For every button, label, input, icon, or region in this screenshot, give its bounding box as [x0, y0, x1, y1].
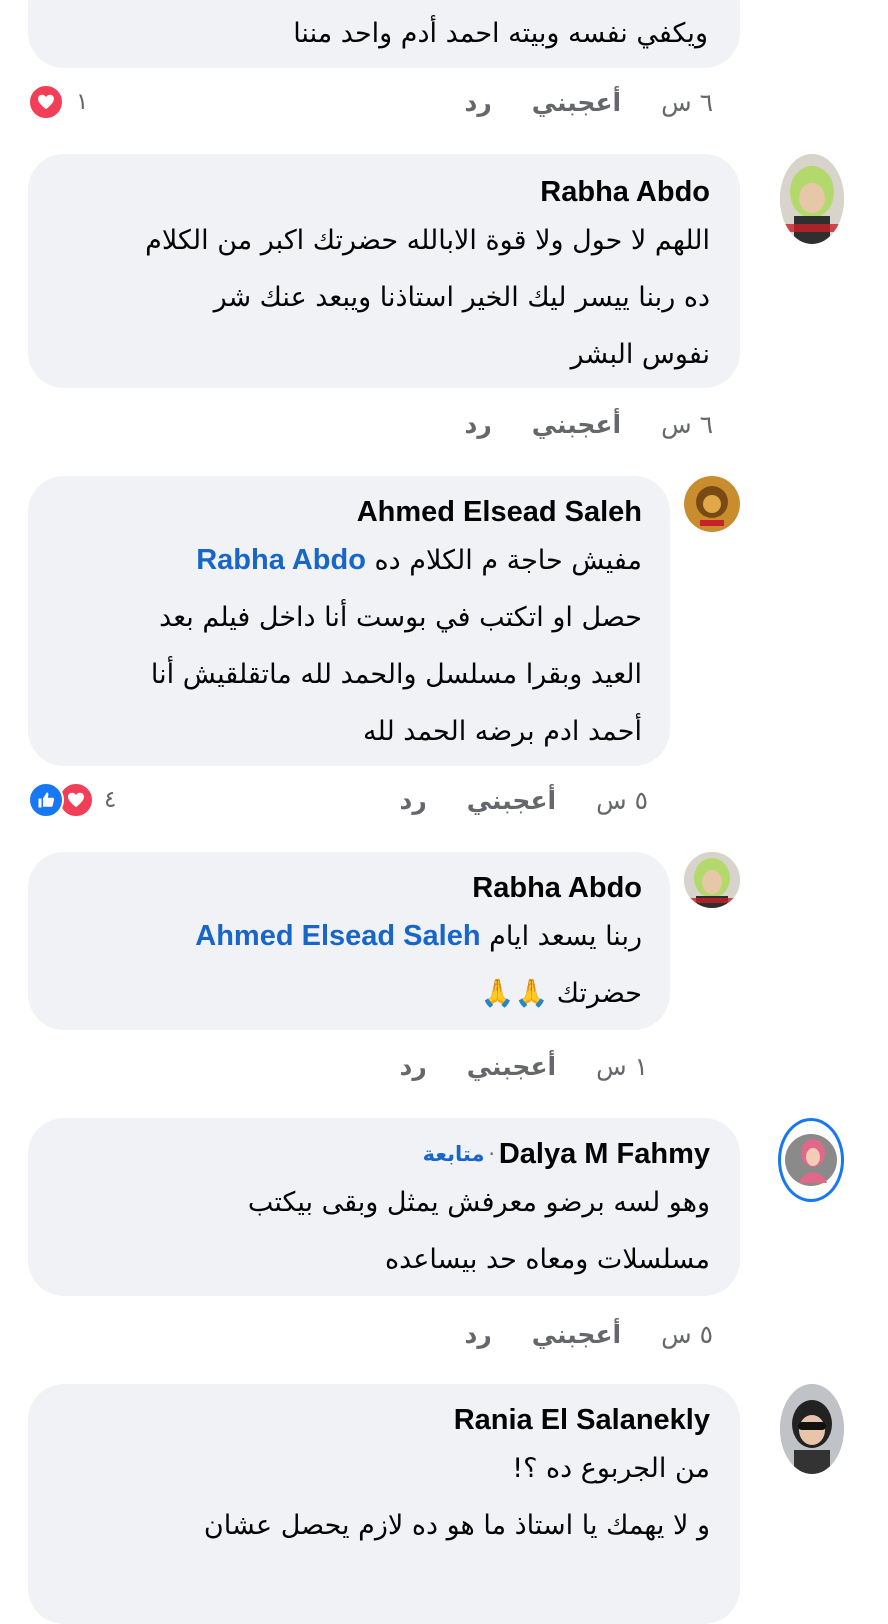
- timestamp: ٥ س: [661, 1320, 713, 1349]
- avatar[interactable]: [684, 476, 740, 532]
- comment-author[interactable]: Ahmed Elsead Saleh: [56, 494, 642, 530]
- avatar[interactable]: [780, 154, 844, 244]
- comment-bubble: Ahmed Elsead Saleh مفيش حاجة م الكلام ده…: [28, 476, 670, 766]
- like-button[interactable]: أعجبني: [467, 786, 556, 815]
- timestamp: ٦ س: [661, 88, 713, 117]
- comment-bubble: Dalya M Fahmy · متابعة وهو لسه برضو معرف…: [28, 1118, 740, 1296]
- reply-button[interactable]: رد: [464, 1320, 491, 1349]
- like-button[interactable]: أعجبني: [532, 1320, 621, 1349]
- comment-text: ربنا يسعد ايام: [489, 921, 642, 952]
- comment-actions: ٥ س أعجبني رد: [464, 1320, 713, 1349]
- mention-link[interactable]: Ahmed Elsead Saleh: [195, 920, 480, 952]
- comment-text-line: مسلسلات ومعاه حد بيساعده: [384, 1244, 710, 1275]
- comment-author[interactable]: Rabha Abdo: [56, 870, 642, 906]
- avatar-photo: [684, 852, 740, 908]
- reply-button[interactable]: رد: [464, 88, 491, 117]
- comment-actions: ٦ س أعجبني رد: [464, 88, 713, 117]
- mention-link[interactable]: Rabha Abdo: [196, 544, 366, 576]
- comment-actions: ٦ س أعجبني رد: [464, 410, 713, 439]
- avatar[interactable]: [778, 1118, 844, 1202]
- comment-text-line: ده ربنا ييسر ليك الخير استاذنا ويبعد عنك…: [213, 282, 710, 313]
- avatar[interactable]: [684, 852, 740, 908]
- reactions-summary[interactable]: ٤: [28, 782, 116, 818]
- reactions-summary[interactable]: ١: [28, 84, 88, 120]
- comment-text-line: حصل او اتكتب في بوست أنا داخل فيلم بعد: [159, 602, 642, 633]
- comment-text-line: من الجربوع ده ؟!: [512, 1453, 710, 1484]
- like-button[interactable]: أعجبني: [532, 88, 621, 117]
- timestamp: ١ س: [596, 1052, 648, 1081]
- avatar-photo: [780, 1384, 844, 1474]
- separator-dot: ·: [488, 1142, 495, 1166]
- avatar-photo: [780, 154, 844, 244]
- comment-text-line: اللهم لا حول ولا قوة الابالله حضرتك اكبر…: [145, 225, 710, 256]
- comment-author[interactable]: Rabha Abdo: [58, 174, 710, 210]
- comment-header: Dalya M Fahmy · متابعة: [58, 1136, 710, 1172]
- reaction-count: ٤: [104, 787, 117, 813]
- comment-text: مفيش حاجة م الكلام ده: [374, 545, 642, 576]
- reply-button[interactable]: رد: [399, 1052, 426, 1081]
- reaction-count: ١: [76, 89, 89, 115]
- reply-button[interactable]: رد: [464, 410, 491, 439]
- comment-bubble: Rabha Abdo اللهم لا حول ولا قوة الابالله…: [28, 154, 740, 388]
- comment-text-line: أحمد ادم برضه الحمد لله: [363, 716, 642, 747]
- comment-actions: ١ س أعجبني رد: [399, 1052, 648, 1081]
- comment-text: ويكفي نفسه وبيته احمد أدم واحد مننا: [293, 18, 708, 49]
- comment-author[interactable]: Rania El Salanekly: [58, 1402, 710, 1438]
- thumbs-up-icon: [28, 782, 64, 818]
- comment-text-line: حضرتك 🙏🙏: [480, 978, 642, 1009]
- heart-icon: [28, 84, 64, 120]
- avatar-photo: [684, 476, 740, 532]
- comment-actions: ٥ س أعجبني رد: [399, 786, 648, 815]
- comment-author[interactable]: Dalya M Fahmy: [499, 1136, 710, 1172]
- comment-text-line: ربنا يسعد ايام Ahmed Elsead Saleh: [56, 908, 642, 965]
- comment-text-line: مفيش حاجة م الكلام ده Rabha Abdo: [56, 532, 642, 589]
- comment-text-line: وهو لسه برضو معرفش يمثل وبقى بيكتب: [247, 1187, 710, 1218]
- avatar[interactable]: [780, 1384, 844, 1474]
- like-button[interactable]: أعجبني: [532, 410, 621, 439]
- comment-bubble: Rabha Abdo ربنا يسعد ايام Ahmed Elsead S…: [28, 852, 670, 1030]
- comment-bubble: ويكفي نفسه وبيته احمد أدم واحد مننا: [28, 0, 740, 68]
- like-button[interactable]: أعجبني: [467, 1052, 556, 1081]
- comment-text-line: و لا يهمك يا استاذ ما هو ده لازم يحصل عش…: [203, 1510, 710, 1541]
- comment-bubble: Rania El Salanekly من الجربوع ده ؟! و لا…: [28, 1384, 740, 1624]
- timestamp: ٦ س: [661, 410, 713, 439]
- avatar-photo: [785, 1134, 837, 1186]
- comment-text-line: العيد وبقرا مسلسل والحمد لله ماتقلقيش أن…: [150, 659, 642, 690]
- reply-button[interactable]: رد: [399, 786, 426, 815]
- comment-text-line: نفوس البشر: [570, 339, 710, 370]
- follow-button[interactable]: متابعة: [423, 1142, 485, 1166]
- timestamp: ٥ س: [596, 786, 648, 815]
